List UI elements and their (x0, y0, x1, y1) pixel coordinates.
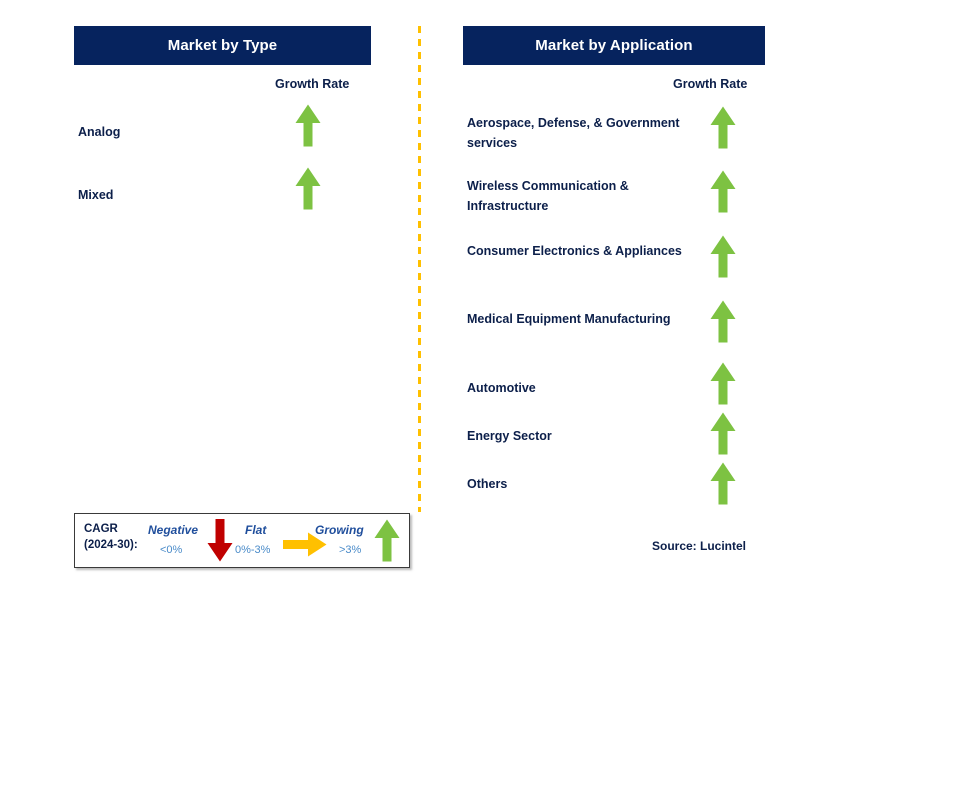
legend-negative-value: <0% (160, 544, 183, 556)
growth-rate-column-header: Growth Rate (275, 77, 350, 91)
segment-label: Wireless Communication & Infrastructure (467, 179, 629, 213)
cagr-legend-box: CAGR (2024-30): Negative <0% Flat 0%-3% … (74, 513, 410, 568)
market-by-application-header: Market by Application (463, 26, 765, 65)
source-note: Source: Lucintel (652, 539, 747, 553)
arrow-up-icon (710, 300, 736, 343)
segment-label: Medical Equipment Manufacturing (467, 312, 671, 326)
market-by-application-panel: Market by Application Growth Rate Aerosp… (463, 0, 765, 505)
market-by-type-header: Market by Type (74, 26, 371, 65)
market-by-type-panel: Market by Type Growth Rate Analog Mixed (74, 0, 371, 210)
segment-label: Automotive (467, 381, 536, 395)
arrow-up-icon (710, 235, 736, 278)
arrow-up-icon (295, 167, 321, 210)
arrow-up-icon (710, 412, 736, 455)
legend-title: CAGR (2024-30): (84, 521, 138, 553)
segment-label: Others (467, 477, 508, 491)
vertical-dashed-divider (418, 26, 421, 512)
legend-negative-label: Negative (148, 523, 199, 537)
legend-title-line2: (2024-30): (84, 539, 138, 551)
arrow-up-icon (374, 519, 400, 562)
segment-label: Aerospace, Defense, & Government service… (467, 116, 680, 150)
legend-flat-label: Flat (245, 523, 267, 537)
segment-label: Consumer Electronics & Appliances (467, 244, 682, 258)
arrow-down-icon (207, 519, 233, 562)
legend-growing-value: >3% (339, 544, 362, 556)
segment-label: Mixed (78, 188, 114, 202)
arrow-up-icon (710, 462, 736, 505)
segment-label: Energy Sector (467, 429, 552, 443)
arrow-up-icon (710, 106, 736, 149)
arrow-up-icon (710, 362, 736, 405)
legend-title-line1: CAGR (84, 523, 118, 535)
legend-flat-value: 0%-3% (235, 544, 271, 556)
legend-growing-label: Growing (315, 523, 364, 537)
growth-rate-column-header: Growth Rate (673, 77, 748, 91)
segment-label: Analog (78, 125, 121, 139)
arrow-up-icon (710, 170, 736, 213)
arrow-up-icon (295, 104, 321, 147)
